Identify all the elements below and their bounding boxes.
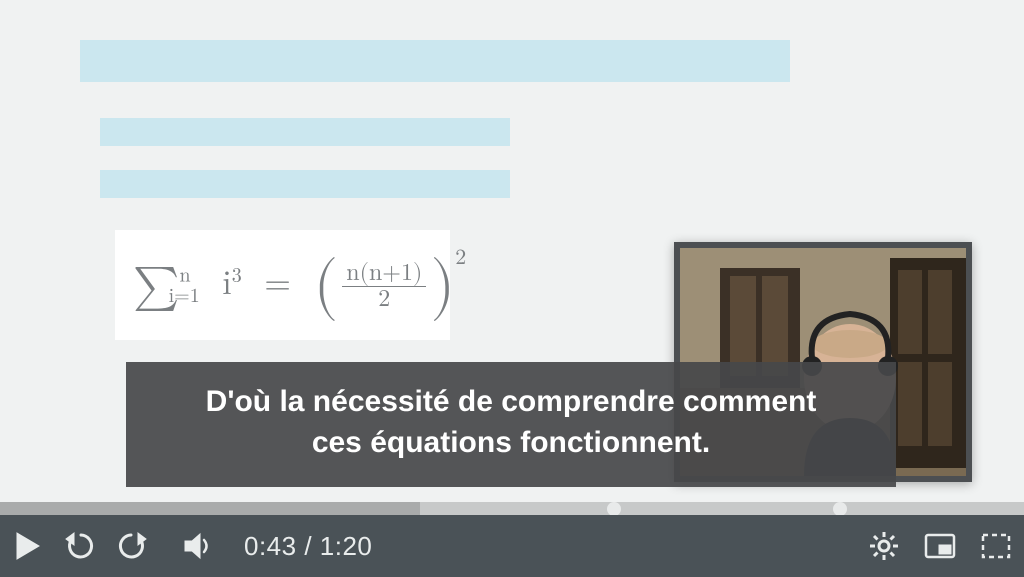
picture-in-picture-button[interactable] bbox=[912, 515, 968, 577]
rewind-icon bbox=[64, 529, 98, 563]
caption-line: D'où la nécessité de comprendre comment bbox=[156, 382, 866, 423]
fullscreen-icon bbox=[981, 533, 1011, 559]
time-separator: / bbox=[297, 531, 320, 561]
progress-bar[interactable] bbox=[0, 502, 1024, 515]
forward-icon bbox=[114, 529, 148, 563]
settings-button[interactable] bbox=[856, 515, 912, 577]
equation: ∑ni=1 i3 = (n(n+1)2)2 bbox=[133, 245, 466, 325]
current-time: 0:43 bbox=[244, 531, 297, 561]
gear-icon bbox=[869, 531, 899, 561]
chapter-marker[interactable] bbox=[833, 502, 847, 516]
pip-icon bbox=[924, 533, 956, 559]
chapter-marker[interactable] bbox=[607, 502, 621, 516]
slide-title-placeholder bbox=[80, 40, 790, 82]
timecode: 0:43 / 1:20 bbox=[244, 531, 372, 562]
play-button[interactable] bbox=[0, 515, 56, 577]
volume-button[interactable] bbox=[170, 515, 226, 577]
slide-bullet-placeholder bbox=[100, 170, 510, 198]
caption-line: ces équations fonctionnent. bbox=[156, 423, 866, 464]
slide-bullet-placeholder bbox=[100, 118, 510, 146]
caption-overlay: D'où la nécessité de comprendre comment … bbox=[126, 362, 896, 487]
play-icon bbox=[15, 531, 41, 561]
fullscreen-button[interactable] bbox=[968, 515, 1024, 577]
video-player-stage: ∑ni=1 i3 = (n(n+1)2)2 D bbox=[0, 0, 1024, 577]
equation-box: ∑ni=1 i3 = (n(n+1)2)2 bbox=[115, 230, 450, 340]
rewind-10-button[interactable] bbox=[56, 515, 106, 577]
progress-elapsed bbox=[0, 502, 420, 515]
forward-10-button[interactable] bbox=[106, 515, 156, 577]
player-controls: 0:43 / 1:20 bbox=[0, 515, 1024, 577]
volume-icon bbox=[183, 532, 213, 560]
duration: 1:20 bbox=[320, 531, 373, 561]
